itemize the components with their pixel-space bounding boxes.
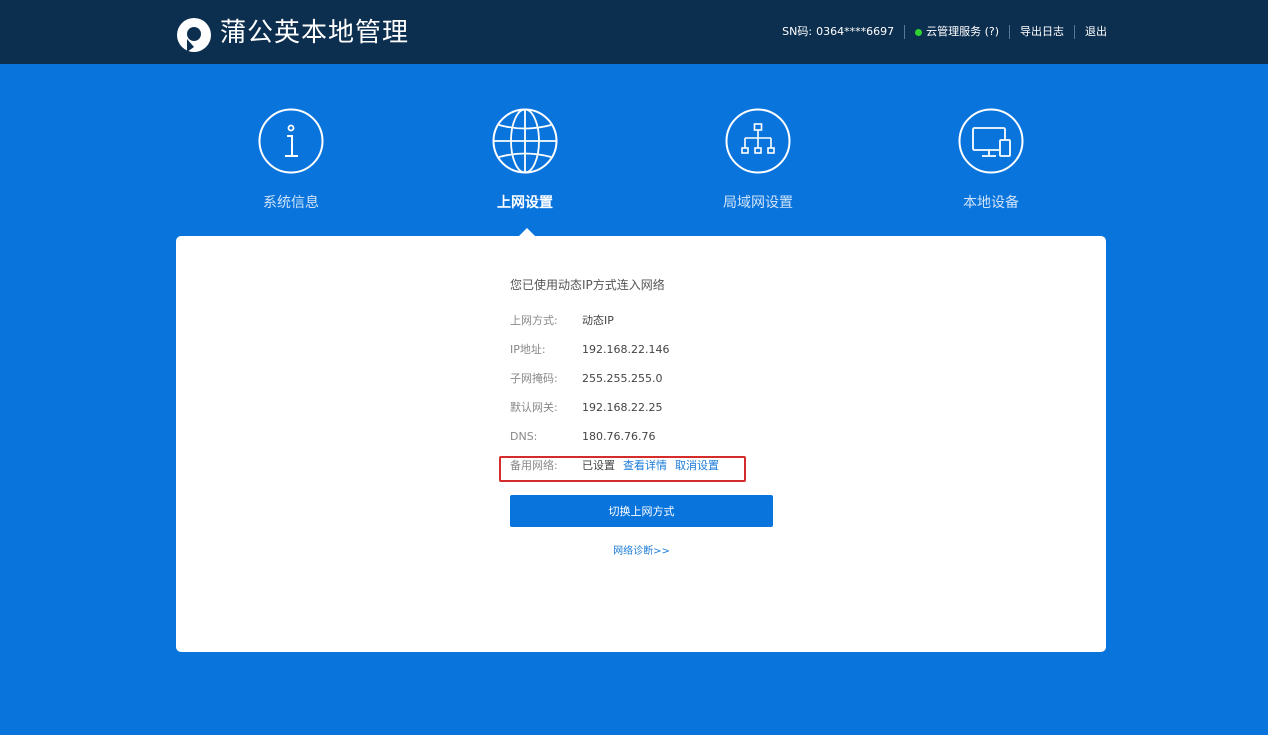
divider bbox=[1074, 25, 1075, 39]
nav-item-internet-settings[interactable]: 上网设置 bbox=[445, 108, 605, 212]
info-value: 255.255.255.0 bbox=[582, 372, 663, 385]
switch-connection-button[interactable]: 切换上网方式 bbox=[510, 495, 773, 527]
divider bbox=[904, 25, 906, 39]
sn-value: 0364****6697 bbox=[816, 25, 895, 38]
info-value: 180.76.76.76 bbox=[582, 430, 656, 443]
info-label: DNS: bbox=[510, 430, 538, 443]
divider bbox=[1009, 25, 1010, 39]
nav-item-label: 系统信息 bbox=[263, 195, 319, 211]
nav-item-system-info[interactable]: 系统信息 bbox=[211, 108, 371, 212]
nav-item-lan-settings[interactable]: 局域网设置 bbox=[678, 108, 838, 212]
devices-icon bbox=[958, 108, 1024, 174]
cloud-service-link[interactable]: 云管理服务 (?) bbox=[926, 24, 999, 40]
info-row-connection-type: 上网方式: 动态IP bbox=[510, 314, 810, 343]
connection-heading: 您已使用动态IP方式连入网络 bbox=[510, 278, 665, 292]
backup-network-highlight-box bbox=[499, 456, 746, 482]
info-value: 动态IP bbox=[582, 314, 614, 327]
globe-icon bbox=[492, 108, 558, 174]
info-label: 子网掩码: bbox=[510, 372, 558, 385]
info-label: 默认网关: bbox=[510, 401, 558, 414]
cloud-status-dot-icon bbox=[915, 28, 923, 36]
dandelion-logo-icon bbox=[177, 18, 211, 52]
header-actions: SN码: 0364****6697 云管理服务 (?) 导出日志 退出 bbox=[782, 24, 1107, 40]
nav-item-label: 局域网设置 bbox=[723, 195, 793, 211]
info-label: IP地址: bbox=[510, 343, 546, 356]
info-row-default-gateway: 默认网关: 192.168.22.25 bbox=[510, 401, 810, 430]
nav-item-local-devices[interactable]: 本地设备 bbox=[911, 108, 1071, 212]
info-value: 192.168.22.146 bbox=[582, 343, 670, 356]
top-bar: 蒲公英本地管理 SN码: 0364****6697 云管理服务 (?) 导出日志… bbox=[0, 0, 1268, 64]
info-row-subnet-mask: 子网掩码: 255.255.255.0 bbox=[510, 372, 810, 401]
network-diagnose-link[interactable]: 网络诊断>> bbox=[510, 542, 773, 557]
info-row-ip-address: IP地址: 192.168.22.146 bbox=[510, 343, 810, 372]
info-icon bbox=[258, 108, 324, 174]
info-row-dns: DNS: 180.76.76.76 bbox=[510, 430, 810, 459]
nav-item-label: 本地设备 bbox=[963, 195, 1019, 211]
settings-panel: 您已使用动态IP方式连入网络 上网方式: 动态IP IP地址: 192.168.… bbox=[176, 236, 1106, 652]
logout-link[interactable]: 退出 bbox=[1085, 24, 1107, 40]
main-nav: 系统信息 上网设置 局域网设置 本地设备 bbox=[0, 108, 1268, 218]
network-tree-icon bbox=[725, 108, 791, 174]
nav-item-label: 上网设置 bbox=[497, 195, 553, 211]
app-title: 蒲公英本地管理 bbox=[220, 18, 410, 48]
export-log-link[interactable]: 导出日志 bbox=[1020, 24, 1064, 40]
info-label: 上网方式: bbox=[510, 314, 558, 327]
sn-label: SN码: bbox=[782, 25, 813, 38]
info-value: 192.168.22.25 bbox=[582, 401, 663, 414]
